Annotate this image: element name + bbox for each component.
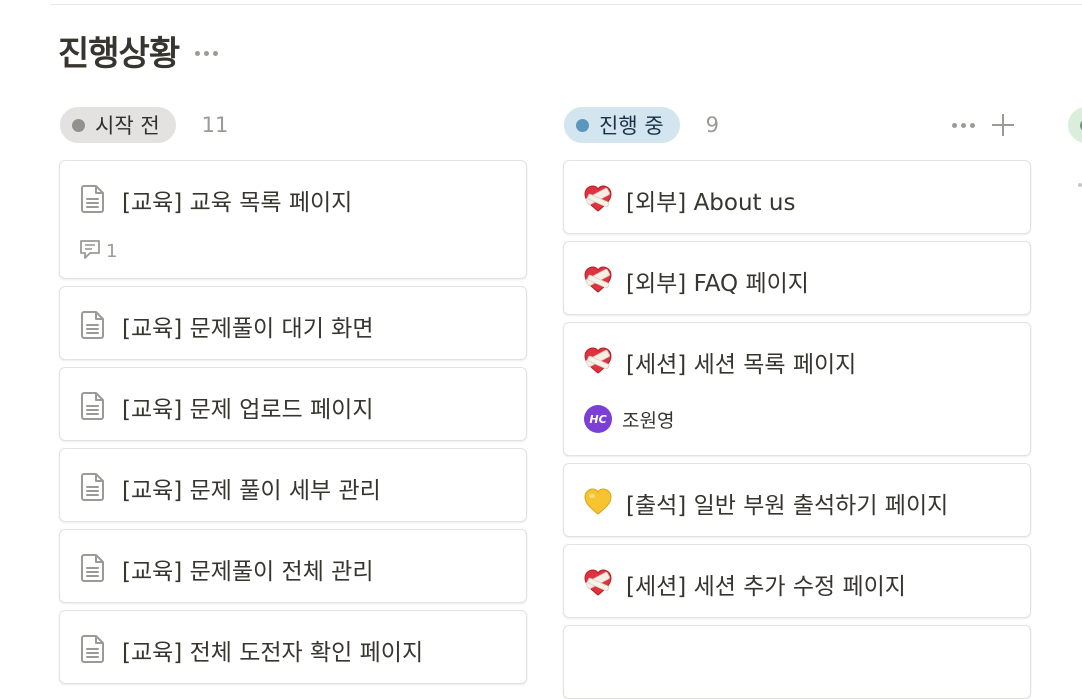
comment-count: 1 (106, 240, 118, 262)
status-pill-not-started[interactable]: 시작 전 (60, 107, 176, 143)
card-title: [교육] 문제 업로드 페이지 (122, 397, 374, 423)
card-title: [교육] 문제 풀이 세부 관리 (122, 478, 381, 504)
document-icon (78, 552, 108, 584)
column-header-in-progress: 진행 중 9 (564, 107, 719, 143)
board-card[interactable]: [교육] 문제풀이 대기 화면 (59, 286, 527, 360)
top-divider (50, 4, 1082, 5)
card-title: [교육] 문제풀이 전체 관리 (122, 559, 374, 585)
page-header: 진행상황 (58, 26, 219, 75)
document-icon (78, 471, 108, 503)
board-card[interactable]: [교육] 문제 풀이 세부 관리 (59, 448, 527, 522)
yellow-heart-icon (582, 486, 612, 518)
mending-heart-icon (582, 183, 612, 215)
board-card[interactable]: [교육] 교육 목록 페이지 1 (59, 160, 527, 279)
mending-heart-icon (582, 567, 612, 599)
card-title: [세션] 세션 추가 수정 페이지 (626, 574, 906, 600)
board-card[interactable]: [교육] 문제 업로드 페이지 (59, 367, 527, 441)
status-dot-icon (72, 118, 85, 132)
column-count: 11 (201, 113, 229, 137)
comment-indicator: 1 (78, 237, 117, 265)
column-header-not-started: 시작 전 11 (60, 107, 228, 143)
card-title: [외부] About us (626, 190, 796, 216)
status-pill-in-progress[interactable]: 진행 중 (564, 107, 680, 143)
board-card[interactable]: [출석] 일반 부원 출석하기 페이지 (563, 463, 1031, 537)
mending-heart-icon (582, 264, 612, 296)
document-icon (78, 633, 108, 665)
page-title: 진행상황 (58, 34, 180, 74)
status-pill-next-column[interactable] (1068, 107, 1082, 143)
board-card[interactable] (563, 625, 1031, 699)
assignee[interactable]: HC 조원영 (584, 405, 674, 433)
column-actions (952, 107, 1015, 143)
card-title: [외부] FAQ 페이지 (626, 271, 809, 297)
assignee-name: 조원영 (622, 409, 675, 432)
board-card[interactable]: [세션] 세션 목록 페이지 HC 조원영 (563, 322, 1031, 456)
board-card[interactable]: [교육] 문제풀이 전체 관리 (59, 529, 527, 603)
board-card[interactable]: [외부] About us (563, 160, 1031, 234)
add-card-icon[interactable] (991, 113, 1015, 137)
card-title: [교육] 교육 목록 페이지 (122, 190, 353, 216)
avatar: HC (584, 405, 612, 433)
document-icon (78, 390, 108, 422)
board-card[interactable]: [교육] 전체 도전자 확인 페이지 (59, 610, 527, 684)
card-title: [교육] 전체 도전자 확인 페이지 (122, 640, 424, 666)
status-label: 시작 전 (95, 114, 160, 138)
status-label: 진행 중 (599, 114, 664, 138)
next-column-peek (1078, 183, 1082, 187)
document-icon (78, 183, 108, 215)
card-title: [교육] 문제풀이 대기 화면 (122, 316, 374, 342)
card-title: [세션] 세션 목록 페이지 (626, 352, 857, 378)
status-dot-icon (576, 118, 589, 132)
document-icon (78, 309, 108, 341)
column-more-icon[interactable] (952, 122, 975, 128)
board-card[interactable]: [세션] 세션 추가 수정 페이지 (563, 544, 1031, 618)
more-options-icon[interactable] (195, 51, 219, 56)
mending-heart-icon (582, 345, 612, 377)
board-card[interactable]: [외부] FAQ 페이지 (563, 241, 1031, 315)
comment-icon (78, 237, 102, 265)
card-title: [출석] 일반 부원 출석하기 페이지 (626, 493, 949, 519)
column-count: 9 (705, 113, 720, 137)
